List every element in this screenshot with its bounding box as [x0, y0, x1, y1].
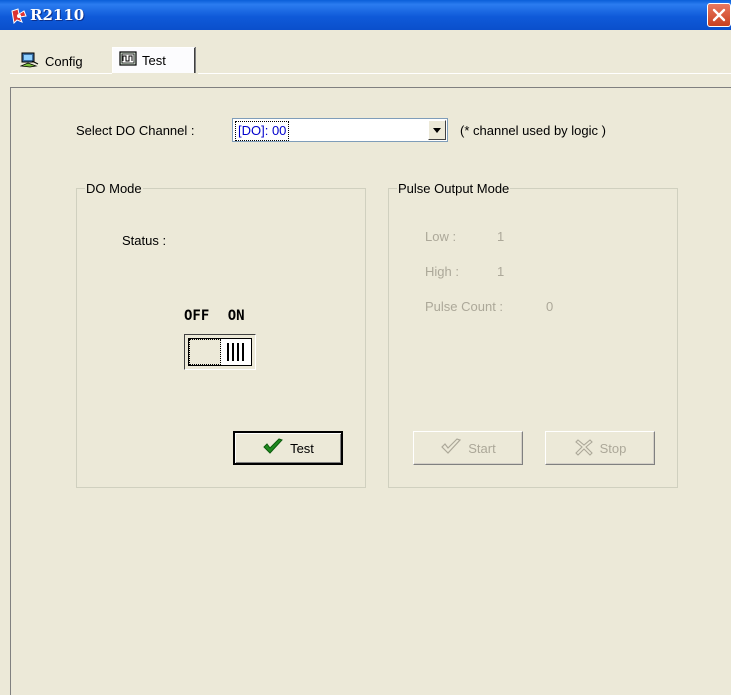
x-outline-icon — [574, 438, 594, 459]
stop-button[interactable]: Stop — [545, 431, 655, 465]
low-label: Low : — [425, 229, 457, 244]
do-channel-value: [DO]: 00 — [235, 121, 290, 141]
waveform-icon — [119, 51, 137, 70]
app-icon — [10, 8, 27, 25]
switch-off-label: OFF — [184, 308, 210, 324]
checkmark-outline-icon — [440, 437, 462, 459]
channel-label: Select DO Channel : — [76, 123, 195, 138]
pulse-mode-title: Pulse Output Mode — [397, 181, 511, 196]
do-mode-title: DO Mode — [85, 181, 143, 196]
channel-note: (* channel used by logic ) — [460, 123, 606, 138]
checkmark-icon — [262, 437, 284, 459]
close-icon — [712, 8, 726, 22]
switch-track — [188, 338, 252, 366]
tab-config[interactable]: Config — [14, 49, 89, 73]
tab-test-label: Test — [142, 53, 166, 68]
network-monitor-icon — [19, 52, 40, 71]
switch-labels: OFF ON — [184, 308, 264, 324]
switch-thumb[interactable] — [189, 339, 221, 365]
start-button[interactable]: Start — [413, 431, 523, 465]
pulse-count-label: Pulse Count : — [425, 299, 504, 314]
switch-on-label: ON — [227, 308, 245, 324]
start-button-label: Start — [468, 440, 496, 456]
high-label: High : — [425, 264, 459, 279]
stop-button-label: Stop — [599, 440, 627, 456]
close-button[interactable] — [707, 3, 731, 27]
do-toggle-switch[interactable] — [184, 334, 256, 370]
test-button-label: Test — [290, 440, 314, 456]
low-value: 1 — [497, 229, 505, 244]
tab-test[interactable]: Test — [112, 47, 196, 73]
tab-baseline — [10, 73, 112, 74]
title-bar: R2110 — [0, 0, 731, 30]
switch-grip-icon — [227, 343, 247, 361]
status-label: Status : — [122, 233, 167, 248]
high-value: 1 — [497, 264, 505, 279]
pulse-count-value: 0 — [546, 299, 554, 314]
window-title: R2110 — [30, 6, 85, 24]
test-button[interactable]: Test — [233, 431, 343, 465]
tab-config-label: Config — [45, 53, 83, 69]
do-channel-select[interactable]: [DO]: 00 — [232, 118, 448, 142]
tab-baseline — [198, 73, 731, 74]
chevron-down-icon[interactable] — [428, 120, 446, 140]
